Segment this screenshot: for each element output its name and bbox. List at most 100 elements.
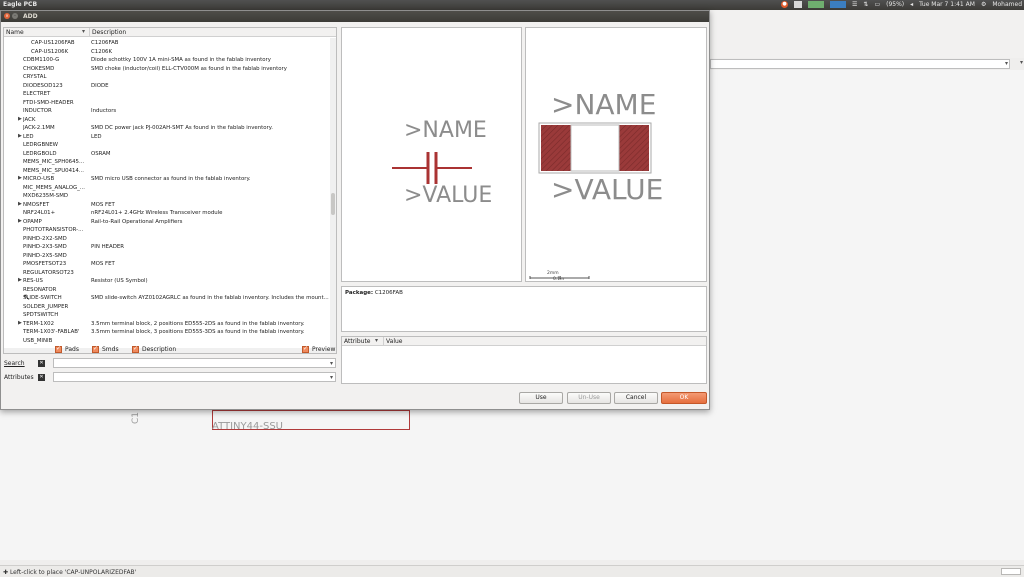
tree-row[interactable]: LEDRGBNEW (4, 141, 329, 150)
expand-arrow-icon[interactable]: ▶ (18, 201, 22, 207)
tree-row[interactable]: CAP-US1206K C1206K (4, 48, 329, 57)
tree-row[interactable]: MEMS_MIC_SPU0414... (4, 167, 329, 176)
scrollbar-thumb[interactable] (331, 193, 335, 215)
minimize-icon[interactable]: – (12, 13, 18, 19)
clear-attributes-icon[interactable]: ✕ (38, 374, 45, 381)
layer-combo[interactable]: ▾ (710, 59, 1010, 69)
tree-row[interactable]: SPDTSWITCH (4, 311, 329, 320)
expand-arrow-icon[interactable]: ▶ (18, 320, 22, 326)
device-name: LED (23, 133, 34, 140)
battery-icon[interactable]: ▭ (874, 1, 880, 8)
device-description: SMD slide-switch AYZ0102AGRLC as found i… (91, 295, 329, 301)
tree-row[interactable]: INDUCTOR Inductors (4, 107, 329, 116)
tree-row[interactable]: CAP-US1206FAB C1206FAB (4, 39, 329, 48)
tree-row[interactable]: PINHD-2X2-SMD (4, 235, 329, 244)
tree-row[interactable]: CDBM1100-G Diode schottky 100V 1A mini-SM… (4, 56, 329, 65)
expand-arrow-icon[interactable]: ▶ (18, 277, 22, 283)
package-name-placeholder: >NAME (551, 88, 657, 121)
device-name: SLIDE-SWITCH (23, 295, 62, 301)
checkbox-checked-icon[interactable] (132, 345, 139, 353)
tree-row[interactable]: RESONATOR (4, 286, 329, 295)
tree-row[interactable]: SLIDE-SWITCH SMD slide-switch AYZ0102AGRL… (4, 294, 329, 303)
tree-row[interactable]: ▶ MICRO-USB SMD micro USB connector as fou… (4, 175, 329, 184)
attributes-input[interactable]: ▾ (53, 372, 336, 382)
value-column-header[interactable]: Value (386, 338, 402, 345)
tree-row[interactable]: ▶ JACK (4, 116, 329, 125)
volume-icon[interactable]: ◂ (910, 1, 913, 8)
use-button[interactable]: Use (519, 392, 563, 404)
device-name: REGULATORSOT23 (23, 269, 74, 276)
recording-indicator-icon[interactable] (794, 1, 803, 8)
chevron-down-icon[interactable]: ▾ (330, 360, 333, 367)
pads-checkbox[interactable]: Pads (55, 345, 79, 353)
tree-row[interactable]: ELECTRET (4, 90, 329, 99)
device-description: MOS FET (91, 201, 115, 208)
column-divider[interactable] (89, 28, 90, 37)
tree-row[interactable]: ▶ NMOSFET MOS FET (4, 201, 329, 210)
tree-row[interactable]: ▶ LED LED (4, 133, 329, 142)
attribute-table[interactable]: Attribute ▾ Value (341, 336, 707, 384)
tree-row[interactable]: LEDRGBOLD OSRAM (4, 150, 329, 159)
chevron-down-icon[interactable]: ▾ (330, 374, 333, 381)
device-name: MXD6235M-SMD (23, 193, 69, 199)
checkbox-checked-icon[interactable] (302, 345, 309, 353)
tree-row[interactable]: TERM-1X03'-FABLAB' 3.5mm terminal block, … (4, 328, 329, 337)
search-input[interactable]: ▾ (53, 358, 336, 368)
column-description-header[interactable]: Description (92, 29, 126, 36)
preview-checkbox[interactable]: Preview (302, 345, 335, 353)
expand-arrow-icon[interactable]: ▶ (18, 175, 22, 181)
smds-checkbox[interactable]: Smds (92, 345, 119, 353)
tree-row[interactable]: SOLDER_JUMPER (4, 303, 329, 312)
dialog-titlebar[interactable]: × – ADD (1, 11, 709, 22)
tree-row[interactable]: PHOTOTRANSISTOR-... (4, 226, 329, 235)
attribute-column-header[interactable]: Attribute (344, 338, 371, 345)
tree-row[interactable]: ▶ RES-US Resistor (US Symbol) (4, 277, 329, 286)
tree-row[interactable]: ▶ TERM-1X02 3.5mm terminal block, 2 positi… (4, 320, 329, 329)
expand-arrow-icon[interactable]: ▶ (18, 133, 22, 139)
tree-row[interactable]: MXD6235M-SMD (4, 192, 329, 201)
package-info-text: Package: C1206FAB (345, 290, 403, 296)
tree-row[interactable]: MIC_MEMS_ANALOG_... (4, 184, 329, 193)
expand-arrow-icon[interactable]: ▶ (18, 218, 22, 224)
sort-icon[interactable]: ⇅ (863, 1, 868, 8)
close-icon[interactable]: × (4, 13, 10, 19)
notification-icon[interactable]: ● (781, 1, 789, 8)
clear-search-icon[interactable]: ✕ (38, 360, 45, 367)
tree-row[interactable]: PINHD-2X3-SMD PIN HEADER (4, 243, 329, 252)
tree-row[interactable]: CHOKESMD SMD choke (inductor/coil) ELL-CT… (4, 65, 329, 74)
tree-row[interactable]: ▶ OPAMP Rail-to-Rail Operational Amplifier… (4, 218, 329, 227)
user-name[interactable]: Mohamed (992, 1, 1022, 8)
tree-row[interactable]: CRYSTAL (4, 73, 329, 82)
settings-gear-icon[interactable]: ⚙ (981, 1, 986, 8)
unuse-button[interactable]: Un-Use (567, 392, 611, 404)
sort-down-icon[interactable]: ▾ (82, 28, 85, 35)
wifi-icon[interactable]: ☰ (852, 1, 857, 8)
tree-row[interactable]: NRF24L01+ nRF24L01+ 2.4GHz Wireless Trans… (4, 209, 329, 218)
network-indicator-icon[interactable] (808, 1, 825, 8)
tree-row[interactable]: FTDI-SMD-HEADER (4, 99, 329, 108)
tree-vertical-scrollbar[interactable] (330, 38, 336, 353)
device-name: TERM-1X02 (23, 320, 55, 327)
checkbox-checked-icon[interactable] (55, 345, 62, 353)
expand-arrow-icon[interactable]: ▶ (18, 116, 22, 122)
cpu-monitor-icon[interactable] (830, 1, 847, 8)
device-name: RESONATOR (23, 286, 57, 293)
tree-row[interactable]: PMOSFETSOT23 MOS FET (4, 260, 329, 269)
tree-row[interactable]: REGULATORSOT23 (4, 269, 329, 278)
sort-down-icon[interactable]: ▾ (375, 337, 378, 344)
tree-row[interactable]: USB_MINIB (4, 337, 329, 346)
tree-row[interactable]: DIODESOD123 DIODE (4, 82, 329, 91)
chevron-down-icon[interactable]: ▾ (1020, 59, 1023, 66)
cancel-button[interactable]: Cancel (614, 392, 658, 404)
column-name-header[interactable]: Name (6, 29, 24, 36)
device-description: Diode schottky 100V 1A mini-SMA as found… (91, 57, 271, 63)
column-divider[interactable] (383, 337, 384, 346)
description-checkbox[interactable]: Description (132, 345, 176, 353)
tree-row[interactable]: JACK-2.1MM SMD DC power jack PJ-002AH-SMT… (4, 124, 329, 133)
tree-row[interactable]: PINHD-2X5-SMD (4, 252, 329, 261)
ok-button[interactable]: OK (661, 392, 707, 404)
checkbox-checked-icon[interactable] (92, 345, 99, 353)
datetime[interactable]: Tue Mar 7 1:41 AM (919, 1, 975, 8)
tree-row[interactable]: MEMS_MIC_SPH0645... (4, 158, 329, 167)
library-tree[interactable]: Name ▾ Description CAP-US1206FAB C1206FAB… (3, 27, 337, 354)
